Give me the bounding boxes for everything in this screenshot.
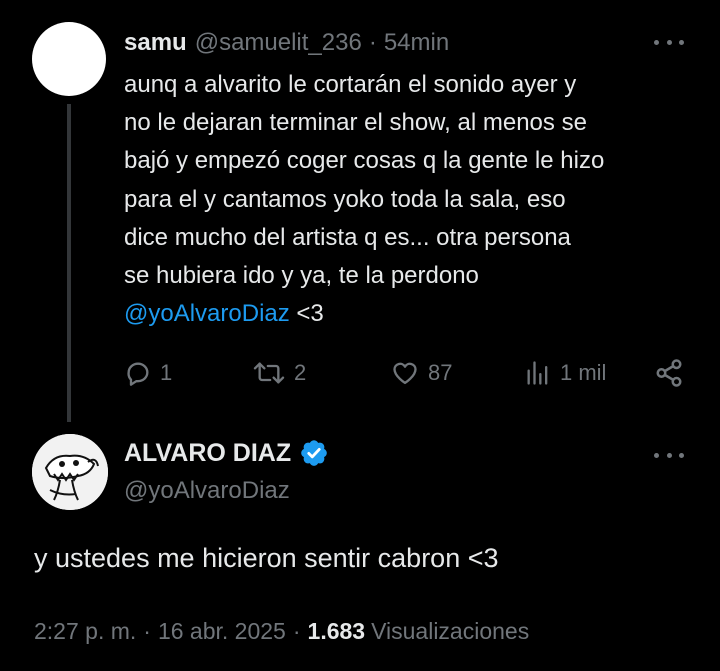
separator-dot: · <box>368 29 377 56</box>
retweet-button[interactable]: 2 <box>252 356 306 390</box>
tweet-text-line: para el y cantamos yoko toda la sala, es… <box>124 185 566 213</box>
share-button[interactable] <box>654 356 684 390</box>
tweet-metadata: 2:27 p. m. · 16 abr. 2025 · 1.683 Visualizaci… <box>34 616 529 646</box>
cartoon-avatar-image <box>32 434 108 510</box>
reply-tweet-text: aunq a alvarito le cortarán el sonido ay… <box>124 66 694 333</box>
main-tweet-text: y ustedes me hicieron sentir cabron <3 <box>34 543 499 573</box>
author-handle[interactable]: @yoAlvaroDiaz <box>124 476 290 506</box>
reply-tweet-header: samu @samuelit_236 · 54min <box>124 28 449 58</box>
retweet-icon <box>253 362 285 384</box>
views-button[interactable]: 1 mil <box>524 356 606 390</box>
views-count: 1.683 <box>307 618 366 644</box>
reply-button[interactable]: 1 <box>124 356 172 390</box>
reply-count: 1 <box>160 360 173 385</box>
tweet-date[interactable]: 16 abr. 2025 <box>158 618 286 644</box>
retweet-count: 2 <box>294 360 307 385</box>
share-icon <box>656 359 682 387</box>
tweet-text-suffix: <3 <box>289 300 324 328</box>
tweet-text-line: dice mucho del artista q es... otra pers… <box>124 223 571 251</box>
thread-connector-line <box>67 104 71 422</box>
verified-badge-icon[interactable] <box>299 438 329 468</box>
more-dots-icon[interactable] <box>654 450 684 460</box>
reply-icon <box>127 362 149 386</box>
separator-dot: · <box>292 618 301 644</box>
tweet-text-line: se hubiera ido y ya, te la perdono <box>124 262 479 290</box>
tweet-text-line: no le dejaran terminar el show, al menos… <box>124 109 587 137</box>
like-button[interactable]: 87 <box>390 356 452 390</box>
author-name[interactable]: samu <box>124 28 187 58</box>
heart-icon <box>393 362 417 385</box>
views-chart-icon <box>527 361 548 385</box>
separator-dot: · <box>143 618 151 644</box>
tweet-time[interactable]: 2:27 p. m. <box>34 618 136 644</box>
mention-link[interactable]: @yoAlvaroDiaz <box>124 300 290 327</box>
tweet-text-line: aunq a alvarito le cortarán el sonido ay… <box>124 71 577 98</box>
like-count: 87 <box>428 360 453 385</box>
more-dots-icon[interactable] <box>654 37 684 47</box>
avatar[interactable] <box>32 22 106 96</box>
views-label: Visualizaciones <box>371 618 530 644</box>
tweet-text-line: @yoAlvaroDiaz <3 <box>124 295 694 333</box>
avatar[interactable] <box>32 434 108 510</box>
author-name[interactable]: ALVARO DIAZ <box>124 438 291 468</box>
tweet-thread-view: samu @samuelit_236 · 54min aunq a alvari… <box>0 0 720 671</box>
tweet-actions-bar: 1 2 87 1 mil <box>124 356 694 390</box>
main-tweet-name-row: ALVARO DIAZ <box>124 438 329 468</box>
author-handle[interactable]: @samuelit_236 <box>195 28 362 58</box>
views-count: 1 mil <box>560 360 607 385</box>
tweet-timestamp[interactable]: 54min <box>384 28 449 58</box>
tweet-text-line: bajó y empezó coger cosas q la gente le … <box>124 147 605 175</box>
